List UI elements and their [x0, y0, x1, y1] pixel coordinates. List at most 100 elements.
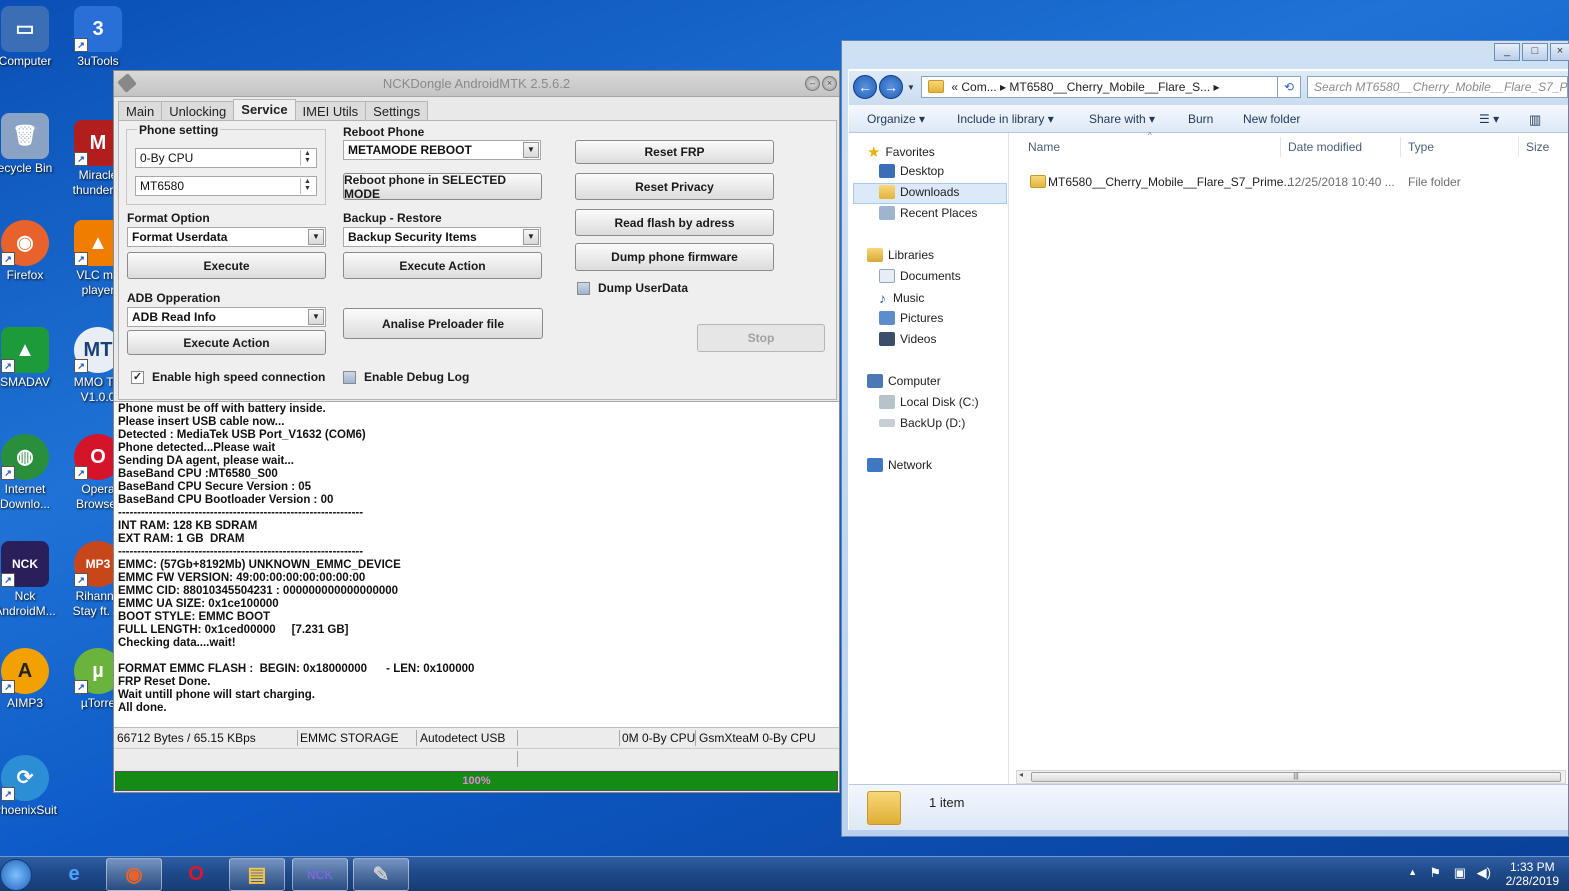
- start-button[interactable]: [0, 859, 32, 891]
- firefox-icon: ◉ ↗: [1, 220, 49, 266]
- high-speed-checkbox[interactable]: ✓ Enable high speed connection: [131, 370, 325, 384]
- spinner-icon[interactable]: ▲ ▼: [300, 150, 314, 166]
- search-input[interactable]: Search MT6580__Cherry_Mobile__Flare_S7_P…: [1307, 76, 1568, 98]
- nav-local-disk[interactable]: Local Disk (C:): [879, 395, 979, 409]
- desktop-icon-recycle-bin[interactable]: 🗑 ecycle Bin: [0, 113, 60, 176]
- details-pane: 1 item: [849, 784, 1568, 830]
- taskbar-ie-icon[interactable]: e: [46, 858, 102, 891]
- desktop-icon-smadav[interactable]: ▲ ↗ SMADAV: [0, 327, 60, 390]
- taskbar-opera-icon[interactable]: O: [168, 858, 224, 891]
- reset-privacy-button[interactable]: Reset Privacy: [575, 173, 774, 200]
- nav-downloads[interactable]: Downloads: [879, 185, 959, 199]
- desktop-icon-idm[interactable]: ◍ ↗ Internet Downlo...: [0, 434, 60, 512]
- desktop-icon-nck[interactable]: NCK ↗ Nck AndroidM...: [0, 541, 60, 619]
- dump-userdata-checkbox[interactable]: Dump UserData: [577, 281, 688, 295]
- analise-preloader-button[interactable]: Analise Preloader file: [343, 308, 543, 339]
- refresh-icon[interactable]: ⟲: [1277, 76, 1301, 98]
- column-header-name[interactable]: Name: [1028, 140, 1060, 154]
- log-output[interactable]: Phone must be off with battery inside. P…: [114, 401, 839, 727]
- organize-button[interactable]: Organize ▾: [867, 112, 925, 126]
- reboot-phone-label: Reboot Phone: [343, 125, 425, 139]
- chevron-down-icon[interactable]: ▼: [308, 309, 324, 325]
- taskbar-nck-icon[interactable]: NCK: [292, 858, 348, 891]
- stop-button[interactable]: Stop: [697, 324, 825, 352]
- status-bytes: 66712 Bytes / 65.15 KBps: [117, 731, 256, 745]
- tab-imei-utils[interactable]: IMEI Utils: [294, 101, 367, 121]
- reset-frp-button[interactable]: Reset FRP: [575, 140, 774, 164]
- column-header-date[interactable]: Date modified: [1288, 140, 1362, 154]
- desktop-icon-computer[interactable]: ▭ Computer: [0, 6, 60, 69]
- nav-documents[interactable]: Documents: [879, 269, 961, 283]
- adb-execute-action-button[interactable]: Execute Action: [127, 330, 326, 355]
- spinner-icon[interactable]: ▲ ▼: [300, 178, 314, 194]
- desktop-icon-aimp[interactable]: A ↗ AIMP3: [0, 648, 60, 711]
- taskbar-nckdongle-icon[interactable]: ✎: [353, 858, 409, 891]
- reboot-mode-select[interactable]: METAMODE REBOOT ▼: [343, 140, 541, 160]
- nck-title-bar[interactable]: NCKDongle AndroidMTK 2.5.6.2 – ×: [114, 71, 839, 97]
- maximize-icon[interactable]: □: [1522, 43, 1548, 61]
- tray-expand-icon[interactable]: ▲: [1408, 867, 1417, 877]
- nav-libraries[interactable]: Libraries: [867, 248, 934, 262]
- chevron-down-icon[interactable]: ▼: [523, 142, 539, 158]
- tab-main[interactable]: Main: [118, 101, 163, 121]
- tab-unlocking[interactable]: Unlocking: [161, 101, 235, 121]
- nav-recent-places[interactable]: Recent Places: [879, 206, 977, 220]
- desktop-icon-phoenixsuit[interactable]: ⟳↗ PhoenixSuit: [0, 755, 60, 818]
- backup-disk-icon: [879, 419, 895, 427]
- cpu-brand-select[interactable]: 0-By CPU ▲ ▼: [135, 148, 317, 168]
- chevron-down-icon[interactable]: ▼: [308, 229, 324, 245]
- taskbar-firefox-icon[interactable]: ◉: [106, 858, 162, 891]
- column-header-size[interactable]: Size: [1526, 140, 1549, 154]
- adb-operation-select[interactable]: ADB Read Info ▼: [127, 307, 326, 327]
- nav-desktop[interactable]: Desktop: [879, 164, 944, 178]
- dump-firmware-button[interactable]: Dump phone firmware: [575, 243, 774, 271]
- tab-service[interactable]: Service: [233, 99, 296, 121]
- debug-log-checkbox[interactable]: Enable Debug Log: [343, 370, 469, 384]
- scroll-thumb[interactable]: |||: [1031, 772, 1561, 782]
- clock[interactable]: 1:33 PM 2/28/2019: [1506, 860, 1559, 888]
- breadcrumb[interactable]: « Com... ▸ MT6580__Cherry_Mobile__Flare_…: [921, 76, 1299, 98]
- idm-icon: ◍ ↗: [1, 434, 49, 480]
- nav-music[interactable]: ♪ Music: [879, 290, 924, 306]
- horizontal-scrollbar[interactable]: ◂ |||: [1016, 770, 1566, 784]
- back-arrow-icon[interactable]: ←: [853, 75, 877, 99]
- cpu-model-select[interactable]: MT6580 ▲ ▼: [135, 176, 317, 196]
- nav-videos[interactable]: Videos: [879, 332, 936, 346]
- scroll-left-icon[interactable]: ◂: [1019, 770, 1023, 779]
- share-with-button[interactable]: Share with ▾: [1089, 112, 1155, 126]
- forward-arrow-icon[interactable]: →: [879, 75, 903, 99]
- desktop-icon-firefox[interactable]: ◉ ↗ Firefox: [0, 220, 60, 283]
- network-tray-icon[interactable]: ▣: [1454, 865, 1466, 881]
- nav-computer[interactable]: Computer: [867, 374, 941, 388]
- nav-favorites[interactable]: ★ Favorites: [867, 143, 935, 161]
- view-options-icon[interactable]: ☰ ▾: [1479, 112, 1499, 126]
- burn-button[interactable]: Burn: [1188, 112, 1213, 126]
- action-center-flag-icon[interactable]: ⚑: [1429, 865, 1441, 881]
- column-header-type[interactable]: Type: [1408, 140, 1434, 154]
- read-flash-button[interactable]: Read flash by adress: [575, 209, 774, 236]
- nav-pictures[interactable]: Pictures: [879, 311, 943, 325]
- nav-network[interactable]: Network: [867, 458, 932, 472]
- new-folder-button[interactable]: New folder: [1243, 112, 1300, 126]
- close-icon[interactable]: ×: [1550, 43, 1569, 61]
- debug-log-label: Enable Debug Log: [364, 370, 470, 384]
- nav-backup-disk[interactable]: BackUp (D:): [879, 416, 965, 430]
- execute-button[interactable]: Execute: [127, 252, 326, 279]
- close-icon[interactable]: ×: [822, 76, 837, 91]
- desktop-icon-3utools[interactable]: 3 ↗ 3uTools: [63, 6, 133, 69]
- include-in-library-button[interactable]: Include in library ▾: [957, 112, 1054, 126]
- tab-settings[interactable]: Settings: [365, 101, 429, 121]
- taskbar-explorer-icon[interactable]: ▤: [229, 858, 285, 891]
- backup-restore-select[interactable]: Backup Security Items ▼: [343, 227, 541, 247]
- minimize-icon[interactable]: _: [1494, 43, 1520, 61]
- desktop-icon-label: Nck AndroidM...: [0, 589, 56, 618]
- volume-icon[interactable]: ◀): [1477, 865, 1491, 881]
- chevron-down-icon[interactable]: ▼: [523, 229, 539, 245]
- preview-pane-icon[interactable]: ▥: [1529, 112, 1541, 128]
- backup-execute-action-button[interactable]: Execute Action: [343, 252, 542, 279]
- minimize-icon[interactable]: –: [805, 76, 820, 91]
- downloads-folder-icon: [879, 185, 895, 199]
- recent-pages-chevron-icon[interactable]: ▼: [907, 83, 915, 92]
- reboot-selected-mode-button[interactable]: Reboot phone in SELECTED MODE: [343, 173, 542, 201]
- format-option-select[interactable]: Format Userdata ▼: [127, 227, 326, 247]
